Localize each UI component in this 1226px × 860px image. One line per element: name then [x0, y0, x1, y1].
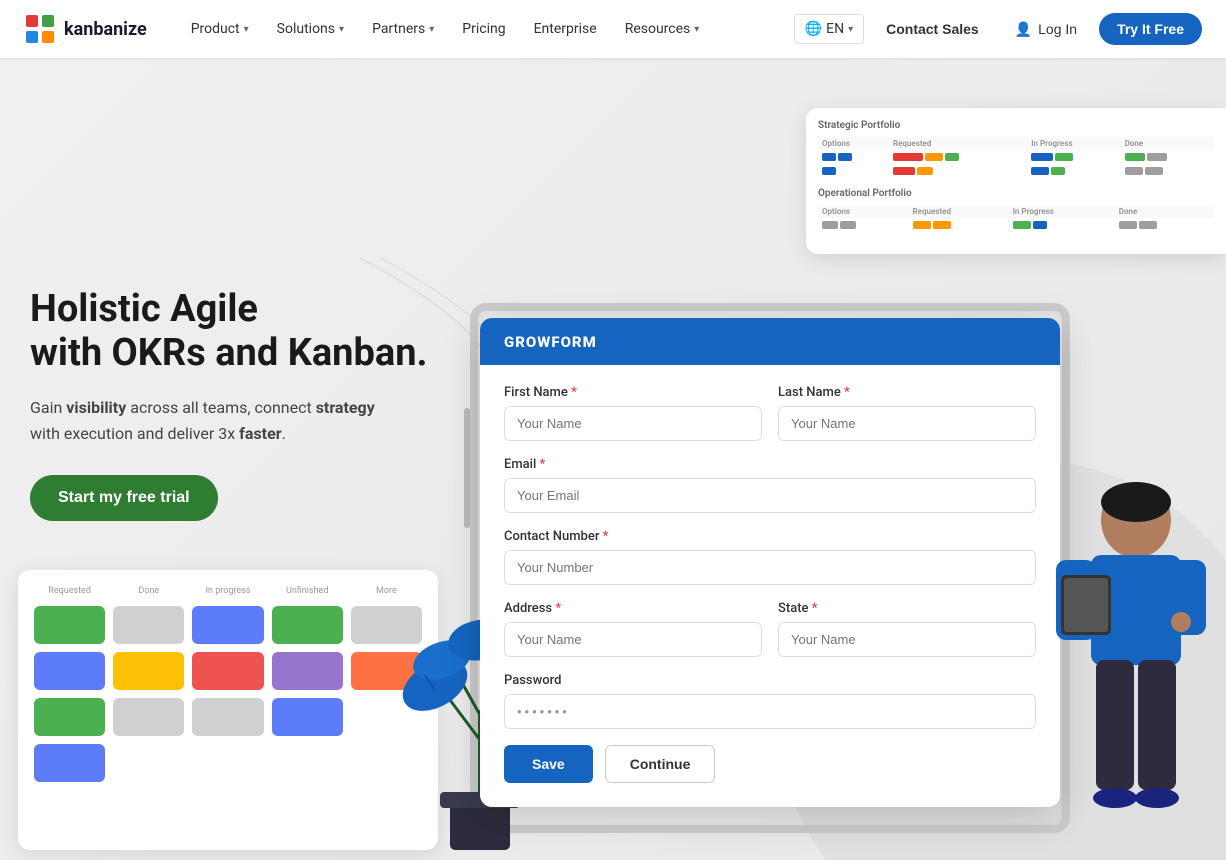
chevron-down-icon: ▾ [244, 24, 249, 35]
nav-pricing[interactable]: Pricing [450, 15, 517, 43]
email-label: Email * [504, 457, 1036, 472]
kanban-card [34, 652, 105, 690]
person-illustration [1056, 460, 1216, 860]
logo-icon [24, 13, 56, 45]
dashboard-section2-title: Operational Portfolio [818, 188, 1214, 199]
first-name-label: First Name * [504, 385, 762, 400]
nav-product[interactable]: Product ▾ [179, 15, 261, 43]
last-name-input[interactable] [778, 406, 1036, 441]
save-button[interactable]: Save [504, 745, 593, 783]
last-name-group: Last Name * [778, 385, 1036, 441]
password-input[interactable] [504, 694, 1036, 729]
growform-modal: GROWFORM First Name * Last Name * [480, 318, 1060, 807]
chevron-down-icon: ▾ [848, 24, 853, 35]
kanban-column-3 [192, 606, 263, 782]
kanban-card [192, 652, 263, 690]
password-row: Password [504, 673, 1036, 729]
hero-description: Gain visibility across all teams, connec… [30, 395, 428, 446]
kanban-card [272, 652, 343, 690]
contact-group: Contact Number * [504, 529, 1036, 585]
dashboard-table2: Options Requested In Progress Done [818, 205, 1214, 232]
kanban-column-1 [34, 606, 105, 782]
email-input[interactable] [504, 478, 1036, 513]
nav-resources[interactable]: Resources ▾ [613, 15, 712, 43]
form-actions: Save Continue [504, 745, 1036, 783]
state-input[interactable] [778, 622, 1036, 657]
kanban-card [34, 744, 105, 782]
globe-icon: 🌐 [805, 21, 822, 37]
kanban-card [113, 698, 184, 736]
growform-header: GROWFORM [480, 318, 1060, 365]
password-label: Password [504, 673, 1036, 688]
nav-solutions[interactable]: Solutions ▾ [265, 15, 356, 43]
navbar: kanbanize Product ▾ Solutions ▾ Partners… [0, 0, 1226, 58]
contact-label: Contact Number * [504, 529, 1036, 544]
address-label: Address * [504, 601, 762, 616]
first-name-group: First Name * [504, 385, 762, 441]
address-row: Address * State * [504, 601, 1036, 657]
nav-partners[interactable]: Partners ▾ [360, 15, 446, 43]
chevron-down-icon: ▾ [339, 24, 344, 35]
table-row [818, 218, 1214, 232]
chevron-down-icon: ▾ [694, 24, 699, 35]
last-name-label: Last Name * [778, 385, 1036, 400]
login-button[interactable]: 👤 Log In [1001, 15, 1091, 44]
kanban-column-4 [272, 606, 343, 782]
state-label: State * [778, 601, 1036, 616]
first-name-input[interactable] [504, 406, 762, 441]
kanban-card [34, 606, 105, 644]
address-input[interactable] [504, 622, 762, 657]
dashboard-table1: Options Requested In Progress Done [818, 137, 1214, 178]
chevron-down-icon: ▾ [429, 24, 434, 35]
kanban-column-2 [113, 606, 184, 782]
contact-input[interactable] [504, 550, 1036, 585]
kanban-card [113, 652, 184, 690]
try-free-button[interactable]: Try It Free [1099, 13, 1202, 45]
kanban-header: Requested Done In progress Unfinished Mo… [34, 586, 422, 596]
kanban-card [113, 606, 184, 644]
continue-button[interactable]: Continue [605, 745, 716, 783]
password-group: Password [504, 673, 1036, 729]
start-trial-button[interactable]: Start my free trial [30, 475, 218, 521]
email-row: Email * [504, 457, 1036, 513]
contact-row: Contact Number * [504, 529, 1036, 585]
hero-title: Holistic Agile with OKRs and Kanban. [30, 288, 428, 375]
dashboard-preview: Strategic Portfolio Options Requested In… [806, 108, 1226, 254]
logo[interactable]: kanbanize [24, 13, 147, 45]
kanban-preview: Requested Done In progress Unfinished Mo… [18, 570, 438, 850]
growform-body: First Name * Last Name * Em [480, 365, 1060, 807]
language-selector[interactable]: 🌐 EN ▾ [794, 14, 864, 44]
kanban-card [192, 606, 263, 644]
table-row [818, 164, 1214, 178]
kanban-card [34, 698, 105, 736]
kanban-card [192, 698, 263, 736]
dashboard-section1-title: Strategic Portfolio [818, 120, 1214, 131]
nav-links: Product ▾ Solutions ▾ Partners ▾ Pricing… [179, 15, 794, 43]
kanban-card [272, 698, 343, 736]
table-row [818, 150, 1214, 164]
main-content: Holistic Agile with OKRs and Kanban. Gai… [0, 58, 1226, 860]
address-group: Address * [504, 601, 762, 657]
growform-title: GROWFORM [504, 333, 597, 351]
hero-section: Holistic Agile with OKRs and Kanban. Gai… [30, 288, 428, 521]
kanban-cards [34, 606, 422, 782]
user-icon: 👤 [1015, 21, 1032, 38]
nav-enterprise[interactable]: Enterprise [522, 15, 609, 43]
kanban-card [272, 606, 343, 644]
email-group: Email * [504, 457, 1036, 513]
nav-right: 🌐 EN ▾ Contact Sales 👤 Log In Try It Fre… [794, 13, 1202, 45]
name-row: First Name * Last Name * [504, 385, 1036, 441]
logo-text: kanbanize [64, 19, 147, 40]
contact-sales-button[interactable]: Contact Sales [872, 15, 993, 43]
state-group: State * [778, 601, 1036, 657]
